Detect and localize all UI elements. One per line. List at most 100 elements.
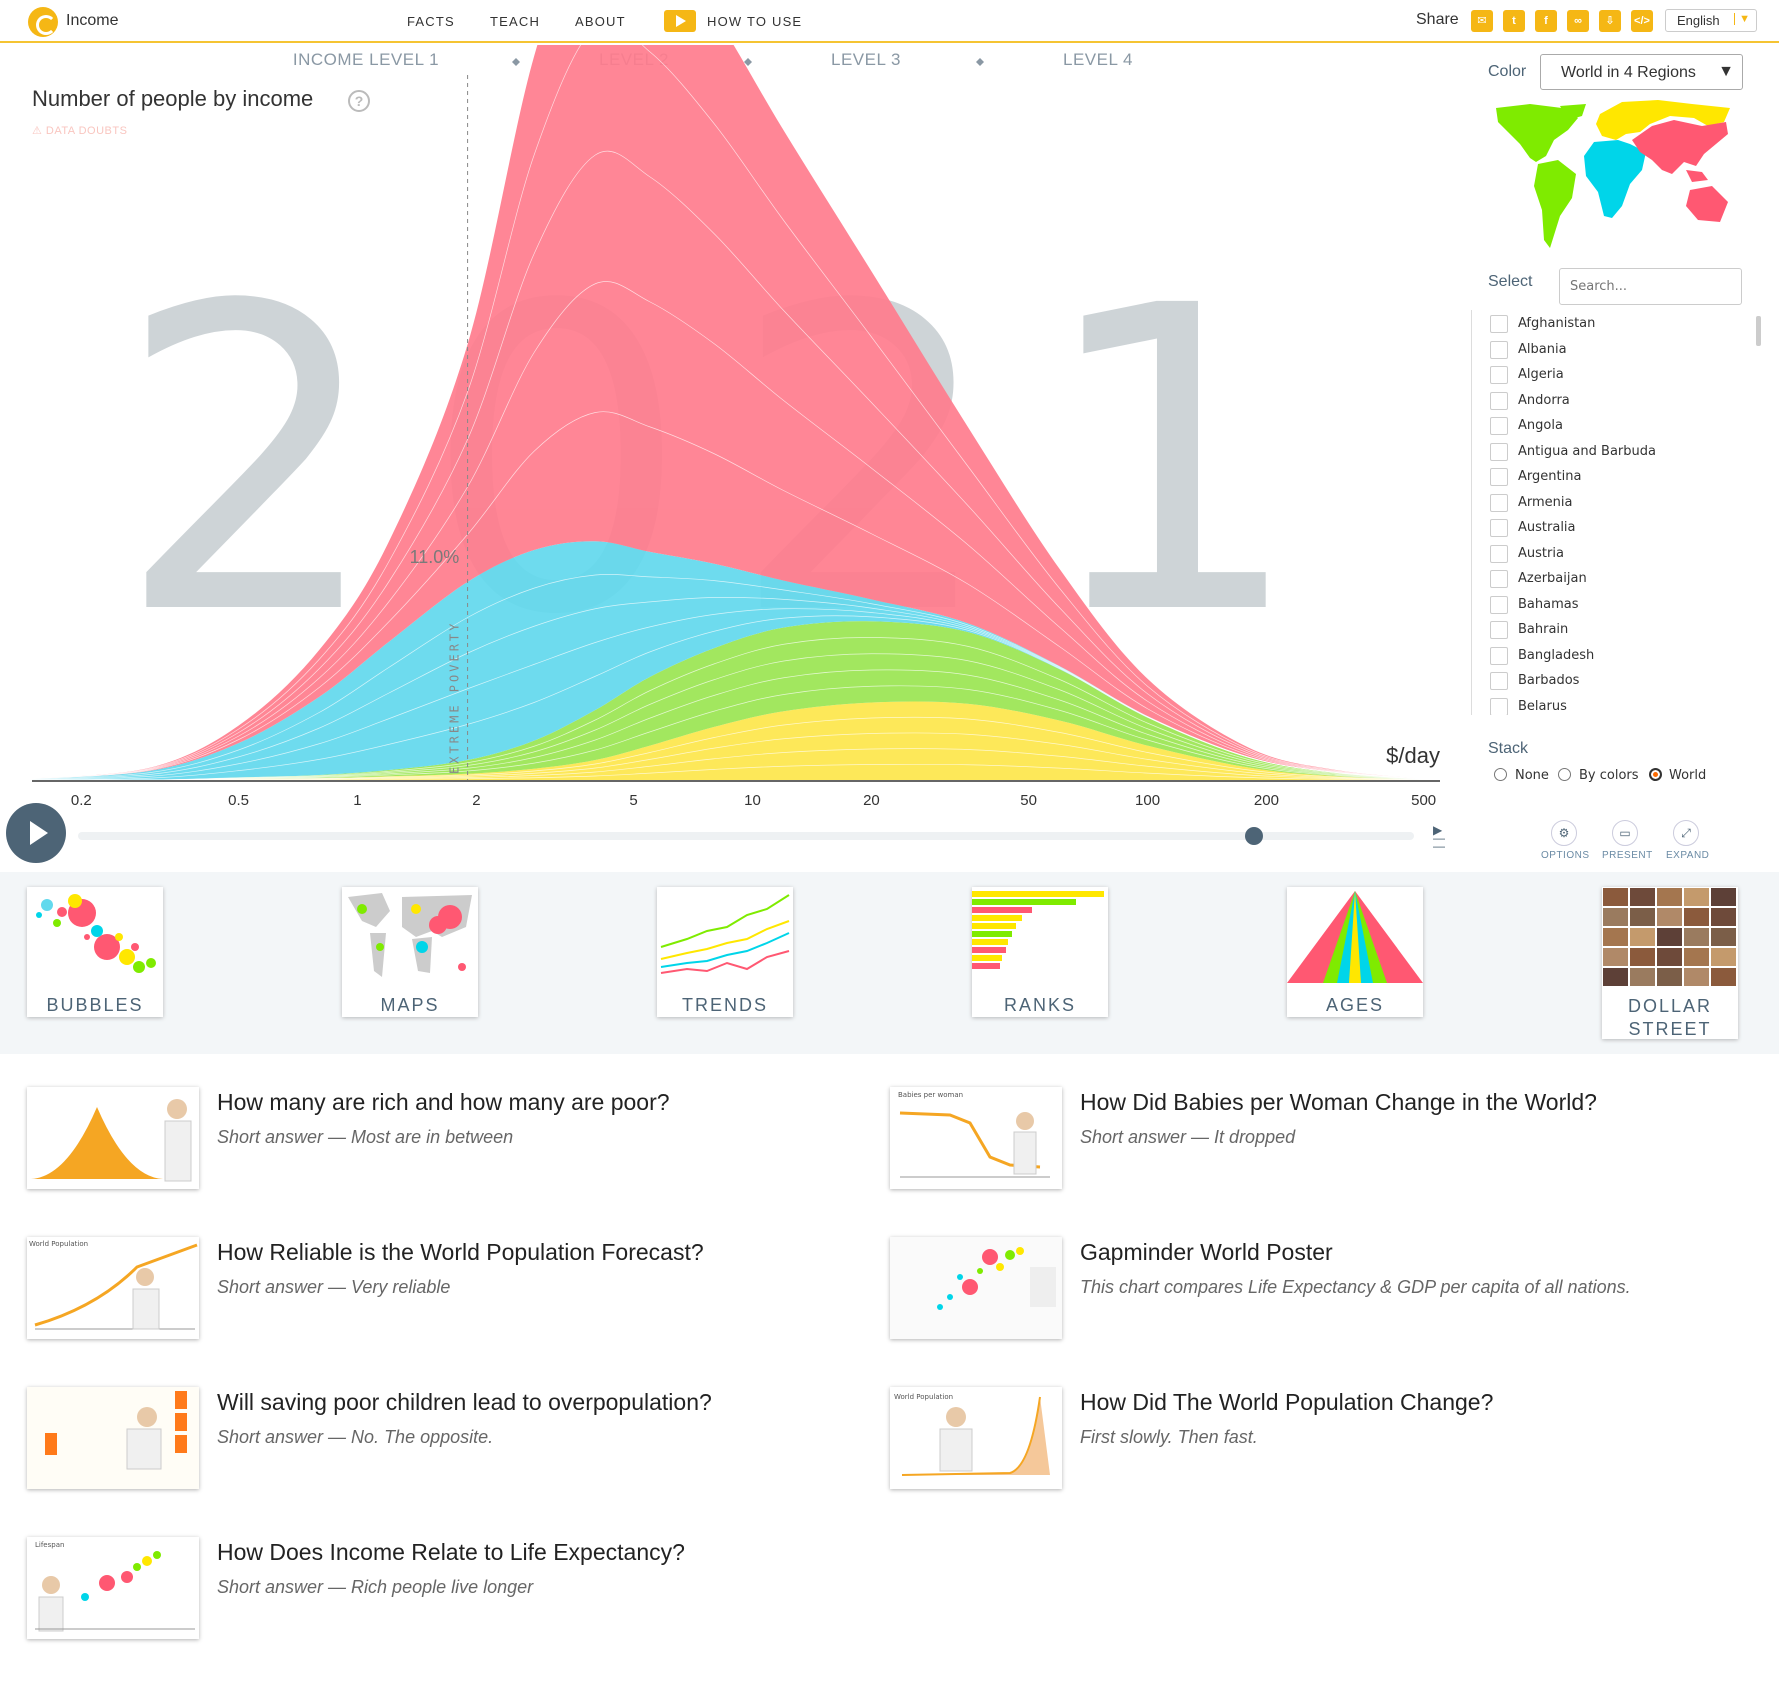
country-checkbox[interactable] [1490,366,1508,384]
article-title[interactable]: How Reliable is the World Population For… [217,1239,704,1266]
top-bar: Income FACTS TEACH ABOUT HOW TO USE Shar… [0,0,1779,43]
photo-tile [1684,968,1709,986]
facebook-icon[interactable]: f [1535,10,1557,32]
nav-facts[interactable]: FACTS [407,14,455,29]
expand-label[interactable]: EXPAND [1666,850,1709,861]
country-item[interactable]: Barbados [1472,667,1751,693]
country-item[interactable]: Austria [1472,540,1751,566]
country-checkbox[interactable] [1490,519,1508,537]
country-list[interactable]: Afghanistan Albania Algeria Andorra Angola An… [1471,310,1751,715]
country-item[interactable]: Bangladesh [1472,642,1751,668]
twitter-icon[interactable]: t [1503,10,1525,32]
article-subtitle: This chart compares Life Expectancy & GD… [1080,1277,1631,1297]
tool-card-ages[interactable]: AGES [1287,887,1423,1017]
options-gear-icon[interactable]: ⚙ [1551,820,1577,846]
svg-text:World Population: World Population [29,1240,88,1248]
maps-thumbnail [348,893,472,977]
country-checkbox[interactable] [1490,621,1508,639]
list-scrollbar[interactable] [1756,316,1761,346]
article-subtitle: Short answer — Very reliable [217,1277,451,1297]
country-checkbox[interactable] [1490,493,1508,512]
article-title[interactable]: How Does Income Relate to Life Expectanc… [217,1539,685,1566]
country-item[interactable]: Australia [1472,514,1751,540]
income-mountain-chart[interactable]: INCOME LEVEL 1LEVEL 2LEVEL 3LEVEL 4 2021… [0,45,1460,805]
country-search-input[interactable] [1559,268,1742,305]
expand-icon[interactable]: ⤢ [1673,820,1699,846]
color-select[interactable]: World in 4 Regions ▼ [1540,54,1743,90]
tool-card-bubbles[interactable]: BUBBLES [27,887,163,1017]
country-item[interactable]: Albania [1472,336,1751,362]
mail-icon[interactable]: ✉ [1471,10,1493,32]
country-checkbox[interactable] [1490,544,1508,563]
link-icon[interactable]: ∞ [1567,10,1589,32]
stack-none-radio[interactable] [1494,768,1507,781]
nav-teach[interactable]: TEACH [490,14,540,29]
country-item[interactable]: Bahamas [1472,591,1751,617]
tool-card-label: TRENDS [681,995,768,1015]
country-item[interactable]: Belarus [1472,693,1751,715]
timeline-handle[interactable] [1244,827,1263,845]
speed-control-icon[interactable]: ▶ ― ― [1433,824,1449,856]
tool-card-label: MAPS [380,995,440,1015]
country-checkbox[interactable] [1490,570,1508,588]
country-checkbox[interactable] [1490,417,1508,435]
stack-by-colors-radio[interactable] [1558,768,1571,781]
country-name: Belarus [1518,698,1567,714]
country-checkbox[interactable] [1490,697,1508,715]
country-item[interactable]: Azerbaijan [1472,565,1751,591]
country-checkbox[interactable] [1490,340,1508,359]
article-title[interactable]: Will saving poor children lead to overpo… [217,1389,712,1416]
play-video-icon[interactable] [664,10,696,32]
article-title[interactable]: How Did Babies per Woman Change in the W… [1080,1089,1597,1116]
country-checkbox[interactable] [1490,315,1508,333]
country-checkbox[interactable] [1490,442,1508,461]
stack-world-radio[interactable] [1649,768,1662,781]
country-item[interactable]: Afghanistan [1472,310,1751,336]
country-checkbox[interactable] [1490,595,1508,614]
nav-how-to-use[interactable]: HOW TO USE [707,14,802,29]
options-label[interactable]: OPTIONS [1541,850,1590,861]
present-label[interactable]: PRESENT [1602,850,1653,861]
x-tick-label: 500 [1411,792,1436,805]
tool-card-maps[interactable]: MAPS [342,887,478,1017]
country-checkbox[interactable] [1490,646,1508,665]
tool-card-ranks[interactable]: RANKS [972,887,1108,1017]
download-icon[interactable]: ⇩ [1599,10,1621,32]
help-icon[interactable]: ? [348,90,370,112]
article-title[interactable]: How Did The World Population Change? [1080,1389,1493,1416]
dollar-street-thumbnail [1603,888,1736,986]
country-item[interactable]: Antigua and Barbuda [1472,438,1751,464]
nav-about[interactable]: ABOUT [575,14,626,29]
level-divider-icon [976,58,984,66]
play-button[interactable] [6,803,66,863]
color-select-value: World in 4 Regions [1561,64,1696,81]
country-name: Azerbaijan [1518,571,1587,586]
country-checkbox[interactable] [1490,672,1508,690]
present-icon[interactable]: ▭ [1612,820,1638,846]
country-item[interactable]: Andorra [1472,387,1751,413]
tool-card-trends[interactable]: TRENDS [657,887,793,1017]
article-thumbnail [27,1387,199,1489]
country-item[interactable]: Algeria [1472,361,1751,387]
country-checkbox[interactable] [1490,468,1508,486]
timeline-slider[interactable] [78,832,1414,840]
world-region-map[interactable] [1490,100,1740,250]
language-select[interactable]: English [1665,9,1757,32]
article-title[interactable]: How many are rich and how many are poor? [217,1089,670,1116]
embed-icon[interactable]: </> [1631,10,1653,32]
photo-tile [1630,968,1655,986]
country-item[interactable]: Argentina [1472,463,1751,489]
extreme-poverty-label: EXTREME POVERTY [448,621,462,774]
country-name: Albania [1518,341,1567,357]
country-item[interactable]: Bahrain [1472,616,1751,642]
country-name: Bahrain [1518,622,1569,637]
gapminder-logo-icon[interactable] [28,7,58,37]
tool-card-dollar-street[interactable]: DOLLAR STREET [1602,887,1738,1039]
article-thumbnail: World Population [890,1387,1062,1489]
country-item[interactable]: Armenia [1472,489,1751,515]
article-title[interactable]: Gapminder World Poster [1080,1239,1333,1266]
data-doubts-link[interactable]: ⚠ DATA DOUBTS [32,124,127,137]
country-item[interactable]: Angola [1472,412,1751,438]
country-checkbox[interactable] [1490,391,1508,410]
share-label: Share [1416,11,1459,28]
